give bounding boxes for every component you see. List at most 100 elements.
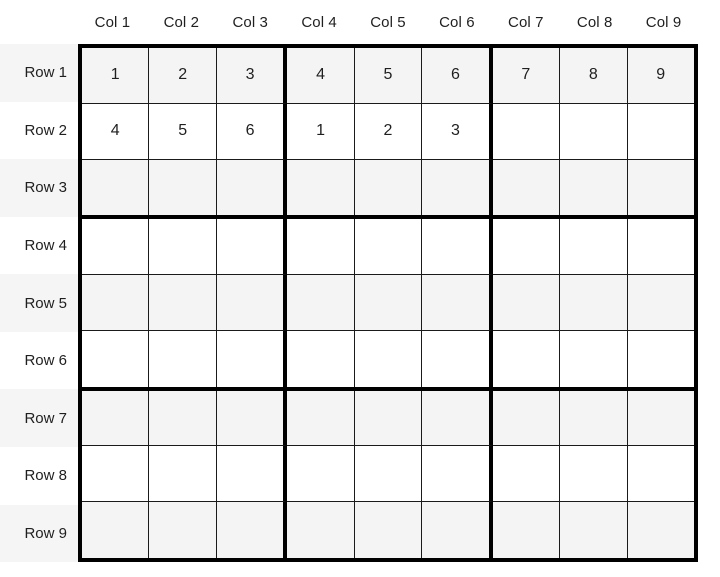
cell-r8c3[interactable] bbox=[216, 446, 288, 503]
cell-r8c2[interactable] bbox=[149, 446, 217, 503]
cell-r2c5[interactable]: 2 bbox=[354, 103, 423, 160]
cell-r2c3[interactable]: 6 bbox=[216, 103, 288, 160]
column-header-4: Col 4 bbox=[301, 13, 337, 31]
cell-r6c2[interactable] bbox=[149, 330, 217, 387]
cell-r6c9[interactable] bbox=[627, 330, 694, 387]
cell-r9c1[interactable] bbox=[82, 502, 150, 559]
cell-r7c7[interactable] bbox=[492, 390, 561, 447]
cell-r4c1[interactable] bbox=[82, 219, 150, 276]
cell-r1c8[interactable]: 8 bbox=[560, 48, 628, 104]
cell-r9c9[interactable] bbox=[627, 502, 694, 559]
cell-r6c6[interactable] bbox=[422, 330, 493, 387]
cell-r3c1[interactable] bbox=[82, 159, 150, 216]
cell-r4c6[interactable] bbox=[422, 219, 493, 276]
cell-r9c4[interactable] bbox=[287, 502, 355, 559]
cell-r9c2[interactable] bbox=[149, 502, 217, 559]
cell-r4c9[interactable] bbox=[627, 219, 694, 276]
cell-r7c1[interactable] bbox=[82, 390, 150, 447]
row-header-1: Row 1 bbox=[0, 44, 78, 102]
cell-r9c5[interactable] bbox=[354, 502, 423, 559]
cell-r3c3[interactable] bbox=[216, 159, 288, 216]
cell-r7c3[interactable] bbox=[216, 390, 288, 447]
cell-r8c5[interactable] bbox=[354, 446, 423, 503]
cell-r2c6[interactable]: 3 bbox=[422, 103, 493, 160]
cell-r5c7[interactable] bbox=[492, 275, 561, 331]
cell-r6c4[interactable] bbox=[287, 330, 355, 387]
cell-r4c7[interactable] bbox=[492, 219, 561, 276]
column-header-5: Col 5 bbox=[370, 13, 406, 31]
grid-table-area: Row 1 Row 2 Row 3 Row 4 Row 5 Row 6 Row 7 Row 8… bbox=[0, 44, 720, 563]
cell-r1c2[interactable]: 2 bbox=[149, 48, 217, 104]
cell-r5c9[interactable] bbox=[627, 275, 694, 331]
column-header-row: Col 1 Col 2 Col 3 Col 4 Col 5 Col 6 Col 7 Col 8… bbox=[78, 0, 698, 44]
grid-row-7 bbox=[82, 390, 694, 447]
cell-r3c2[interactable] bbox=[149, 159, 217, 216]
cell-r5c4[interactable] bbox=[287, 275, 355, 331]
cell-r4c8[interactable] bbox=[560, 219, 628, 276]
row-header-6: Row 6 bbox=[24, 352, 67, 370]
cell-r5c3[interactable] bbox=[216, 275, 288, 331]
column-header-2: Col 2 bbox=[163, 13, 200, 31]
cell-r2c1[interactable]: 4 bbox=[82, 103, 150, 160]
cell-r6c8[interactable] bbox=[560, 330, 628, 387]
cell-r5c1[interactable] bbox=[82, 275, 150, 331]
cell-r2c2[interactable]: 5 bbox=[149, 103, 217, 160]
cell-r4c2[interactable] bbox=[149, 219, 217, 276]
cell-r1c1[interactable]: 1 bbox=[82, 48, 150, 104]
cell-r6c7[interactable] bbox=[492, 330, 561, 387]
cell-r7c6[interactable] bbox=[422, 390, 493, 447]
cell-r9c8[interactable] bbox=[560, 502, 628, 559]
cell-r1c6[interactable]: 6 bbox=[422, 48, 493, 104]
grid-row-6 bbox=[82, 330, 694, 391]
cell-r3c7[interactable] bbox=[492, 159, 561, 216]
cell-r1c3[interactable]: 3 bbox=[216, 48, 288, 104]
cell-r3c5[interactable] bbox=[354, 159, 423, 216]
cell-r4c4[interactable] bbox=[287, 219, 355, 276]
cell-r3c6[interactable] bbox=[422, 159, 493, 216]
cell-r3c8[interactable] bbox=[560, 159, 628, 216]
cell-r7c5[interactable] bbox=[354, 390, 423, 447]
cell-r8c4[interactable] bbox=[287, 446, 355, 503]
cell-r8c7[interactable] bbox=[492, 446, 561, 503]
grid-row-5 bbox=[82, 275, 694, 331]
cell-r5c2[interactable] bbox=[149, 275, 217, 331]
column-header-6: Col 6 bbox=[439, 13, 475, 31]
cell-r2c8[interactable] bbox=[560, 103, 628, 160]
cell-r8c8[interactable] bbox=[560, 446, 628, 503]
cell-r2c4[interactable]: 1 bbox=[287, 103, 355, 160]
cell-r4c5[interactable] bbox=[354, 219, 423, 276]
column-header-3: Col 3 bbox=[232, 13, 268, 31]
cell-r6c3[interactable] bbox=[216, 330, 288, 387]
cell-r8c1[interactable] bbox=[82, 446, 150, 503]
cell-r1c4[interactable]: 4 bbox=[287, 48, 355, 104]
cell-r7c8[interactable] bbox=[560, 390, 628, 447]
cell-r7c2[interactable] bbox=[149, 390, 217, 447]
cell-r4c3[interactable] bbox=[216, 219, 288, 276]
cell-r9c7[interactable] bbox=[492, 502, 561, 559]
cell-r9c3[interactable] bbox=[216, 502, 288, 559]
cell-r6c5[interactable] bbox=[354, 330, 423, 387]
cell-r5c8[interactable] bbox=[560, 275, 628, 331]
cell-r9c6[interactable] bbox=[422, 502, 493, 559]
cell-r1c5[interactable]: 5 bbox=[354, 48, 423, 104]
row-header-4: Row 4 bbox=[24, 236, 67, 254]
cell-r3c9[interactable] bbox=[627, 159, 694, 216]
cell-r1c9[interactable]: 9 bbox=[627, 48, 694, 104]
cell-r3c4[interactable] bbox=[287, 159, 355, 216]
grid-row-4 bbox=[82, 219, 694, 276]
cell-r2c9[interactable] bbox=[627, 103, 694, 160]
cell-r7c9[interactable] bbox=[627, 390, 694, 447]
cell-r8c6[interactable] bbox=[422, 446, 493, 503]
cell-r5c5[interactable] bbox=[354, 275, 423, 331]
cell-r2c7[interactable] bbox=[492, 103, 561, 160]
cell-r6c1[interactable] bbox=[82, 330, 150, 387]
cell-r8c9[interactable] bbox=[627, 446, 694, 503]
sudoku-grid[interactable]: 123456789456123 bbox=[78, 44, 698, 562]
grid-row-8 bbox=[82, 446, 694, 503]
column-header-9: Col 9 bbox=[645, 13, 682, 31]
cell-r7c4[interactable] bbox=[287, 390, 355, 447]
row-header-9: Row 9 bbox=[0, 504, 78, 563]
cell-r5c6[interactable] bbox=[422, 275, 493, 331]
row-header-8: Row 8 bbox=[24, 467, 67, 485]
cell-r1c7[interactable]: 7 bbox=[492, 48, 561, 104]
